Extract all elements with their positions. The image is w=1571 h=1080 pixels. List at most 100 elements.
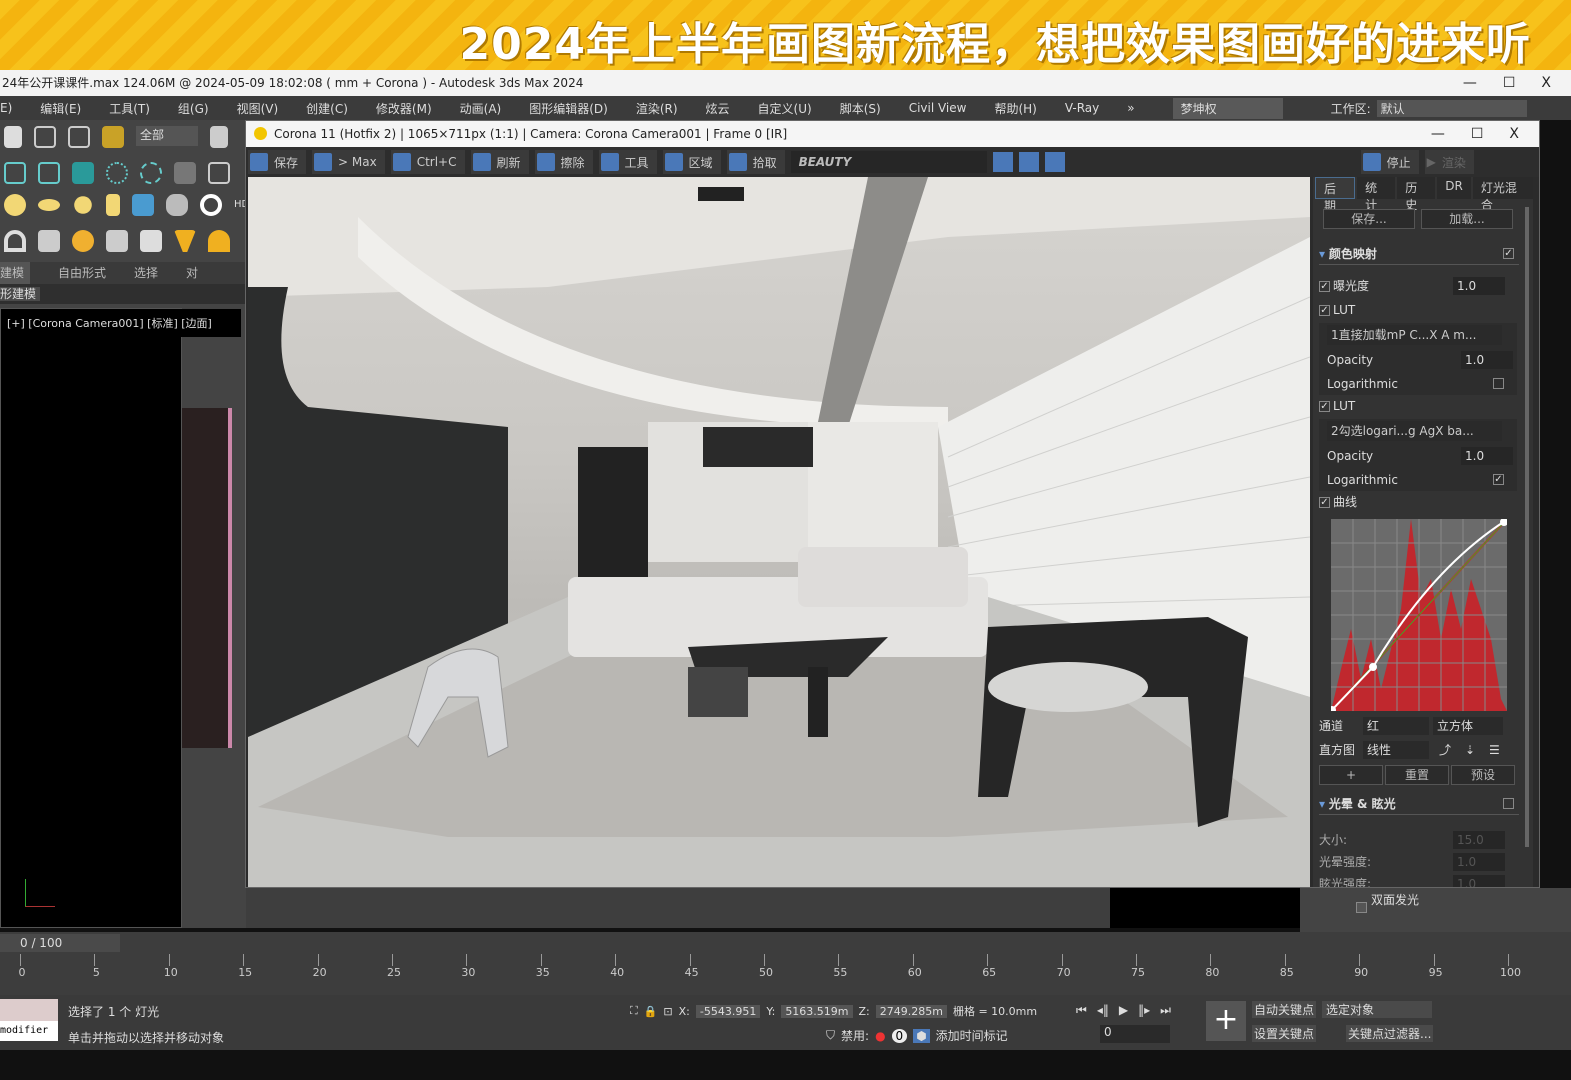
tone-mapping-header[interactable]: 颜色映射 [1329, 247, 1377, 261]
menu-group[interactable]: 组(G) [178, 100, 209, 117]
maximize-button[interactable]: ☐ [1503, 70, 1516, 96]
snap-icon[interactable] [106, 162, 128, 184]
ribbon-tab-freeform[interactable]: 自由形式 [58, 262, 106, 284]
clear-button[interactable]: 擦除 [534, 150, 593, 174]
sun-icon[interactable] [74, 196, 92, 214]
camera-icon[interactable] [140, 230, 162, 252]
menu-graph-editors[interactable]: 图形编辑器(D) [529, 100, 608, 117]
panel-scrollbar[interactable] [1525, 207, 1529, 847]
menu-civil-view[interactable]: Civil View [909, 101, 967, 115]
corona-icon[interactable] [200, 194, 222, 216]
tab-post[interactable]: 后期 [1315, 177, 1356, 213]
unlink-icon[interactable] [68, 126, 90, 148]
bloom-intensity-spinner[interactable]: 1.0 [1453, 853, 1505, 871]
ribbon-sub-label[interactable]: 形建模 [0, 287, 41, 301]
viewport-label[interactable]: [+] [Corona Camera001] [标准] [边面] [1, 309, 241, 337]
lut1-opacity-spinner[interactable]: 1.0 [1461, 351, 1513, 369]
maxscript-listener[interactable] [0, 999, 58, 1021]
menu-vray[interactable]: V-Ray [1065, 101, 1099, 115]
x-coordinate-field[interactable]: -5543.951 [695, 1004, 761, 1018]
copy-button[interactable]: Ctrl+C [390, 150, 465, 174]
lut2-file-dropdown[interactable]: 2勾选logari...g AgX ba... [1327, 421, 1502, 441]
teapot-icon[interactable] [72, 162, 94, 184]
tone-mapping-checkbox[interactable]: ✓ [1503, 248, 1514, 259]
menu-file[interactable]: E) [0, 101, 12, 115]
region-button[interactable]: 区域 [662, 150, 721, 174]
interpolation-dropdown[interactable]: 立方体 [1433, 717, 1503, 735]
pick-button[interactable]: 拾取 [726, 150, 785, 174]
next-frame-icon[interactable]: ‖▸ [1138, 1003, 1150, 1018]
zoom-out-icon[interactable] [1018, 152, 1039, 172]
user-account-dropdown[interactable]: 梦坤权 [1172, 97, 1283, 119]
cylinder-light-icon[interactable] [106, 194, 120, 216]
save-button[interactable]: 保存 [248, 150, 307, 174]
menu-scripting[interactable]: 脚本(S) [840, 100, 881, 117]
lock-icon[interactable]: 🔒 [644, 1005, 658, 1018]
zero-icon[interactable]: 0 [891, 1028, 908, 1043]
stop-button[interactable]: 停止 [1360, 150, 1419, 174]
lut1-file-dropdown[interactable]: 1直接加载mP C...X A m... [1327, 325, 1502, 345]
time-slider[interactable]: 0 / 100 [0, 934, 120, 952]
tools-button[interactable]: 工具 [598, 150, 657, 174]
funnel-light-icon[interactable] [174, 230, 196, 252]
menu-tools[interactable]: 工具(T) [109, 100, 150, 117]
go-to-end-icon[interactable]: ⏭ [1160, 1003, 1171, 1018]
bloom-glare-header[interactable]: 光晕 & 眩光 [1329, 797, 1396, 811]
file-icon[interactable] [4, 162, 26, 184]
time-tag-icon[interactable]: ⬢ [913, 1028, 930, 1043]
light-lister-icon[interactable] [72, 230, 94, 252]
material-icon[interactable] [174, 162, 196, 184]
prev-frame-icon[interactable]: ◂‖ [1097, 1003, 1109, 1018]
size-spinner[interactable]: 15.0 [1453, 831, 1505, 849]
frame-buffer-icon[interactable] [132, 194, 154, 216]
bind-space-warp-icon[interactable] [102, 126, 124, 148]
file-link-icon[interactable] [38, 162, 60, 184]
channel-dropdown[interactable]: BEAUTY [790, 151, 987, 173]
tab-lightmix[interactable]: 灯光混合 [1472, 177, 1534, 212]
menu-animation[interactable]: 动画(A) [460, 100, 502, 117]
set-key-button[interactable]: 设置关键点 [1252, 1025, 1317, 1042]
render-button[interactable]: ▶ 渲染 [1424, 150, 1474, 174]
set-key-icon[interactable]: + [1206, 1001, 1246, 1041]
preset-curve-button[interactable]: 预设 [1451, 765, 1515, 785]
sphere-light-icon[interactable] [4, 194, 26, 216]
hemisphere-icon[interactable] [208, 230, 230, 252]
render-setup-icon[interactable] [208, 162, 230, 184]
vfb-maximize-button[interactable]: ☐ [1471, 121, 1484, 147]
bloom-glare-checkbox[interactable] [1503, 798, 1514, 809]
options-icon[interactable]: ☰ [1489, 739, 1500, 761]
timeline-ruler[interactable]: 0 5 10 15 20 25 30 35 40 45 50 55 60 65 70 75 80 85 90 95 10… [19, 954, 1521, 994]
camera-lister-icon[interactable] [106, 230, 128, 252]
target-icon[interactable] [140, 162, 162, 184]
box-icon[interactable] [38, 230, 60, 252]
exposure-spinner[interactable]: 1.0 [1453, 277, 1505, 295]
menu-create[interactable]: 创建(C) [306, 100, 348, 117]
z-coordinate-field[interactable]: 2749.285m [875, 1004, 947, 1018]
menu-edit[interactable]: 编辑(E) [40, 100, 81, 117]
lut2-opacity-spinner[interactable]: 1.0 [1461, 447, 1513, 465]
menu-rendering[interactable]: 渲染(R) [636, 100, 678, 117]
select-point-icon[interactable]: ⇣ [1465, 739, 1475, 761]
menu-xuanyun[interactable]: 炫云 [706, 100, 730, 117]
curve-editor[interactable] [1331, 519, 1507, 711]
send-to-max-button[interactable]: > Max [312, 150, 385, 174]
reset-curve-button[interactable]: 重置 [1385, 765, 1449, 785]
go-to-start-icon[interactable]: ⏮ [1076, 1003, 1087, 1018]
lut2-log-checkbox[interactable]: ✓ [1493, 474, 1504, 485]
close-button[interactable]: X [1541, 70, 1551, 96]
absolute-mode-icon[interactable]: ⊡ [663, 1005, 672, 1018]
modifier-field[interactable]: modifier [0, 1021, 58, 1041]
tab-dr[interactable]: DR [1437, 177, 1471, 199]
disk-light-icon[interactable] [38, 199, 60, 211]
y-coordinate-field[interactable]: 5163.519m [781, 1004, 853, 1018]
menu-more[interactable]: » [1127, 101, 1134, 115]
ribbon-tab-object[interactable]: 对 [186, 262, 198, 284]
ribbon-tab-selection[interactable]: 选择 [134, 262, 158, 284]
auto-key-button[interactable]: 自动关键点 [1252, 1001, 1317, 1018]
menu-customize[interactable]: 自定义(U) [758, 100, 812, 117]
histogram-dropdown[interactable]: 线性 [1363, 741, 1429, 759]
save-preset-button[interactable]: 保存... [1323, 209, 1415, 229]
curves-checkbox[interactable]: ✓ [1319, 497, 1330, 508]
interactive-render-icon[interactable] [166, 194, 188, 216]
link-icon[interactable] [34, 126, 56, 148]
